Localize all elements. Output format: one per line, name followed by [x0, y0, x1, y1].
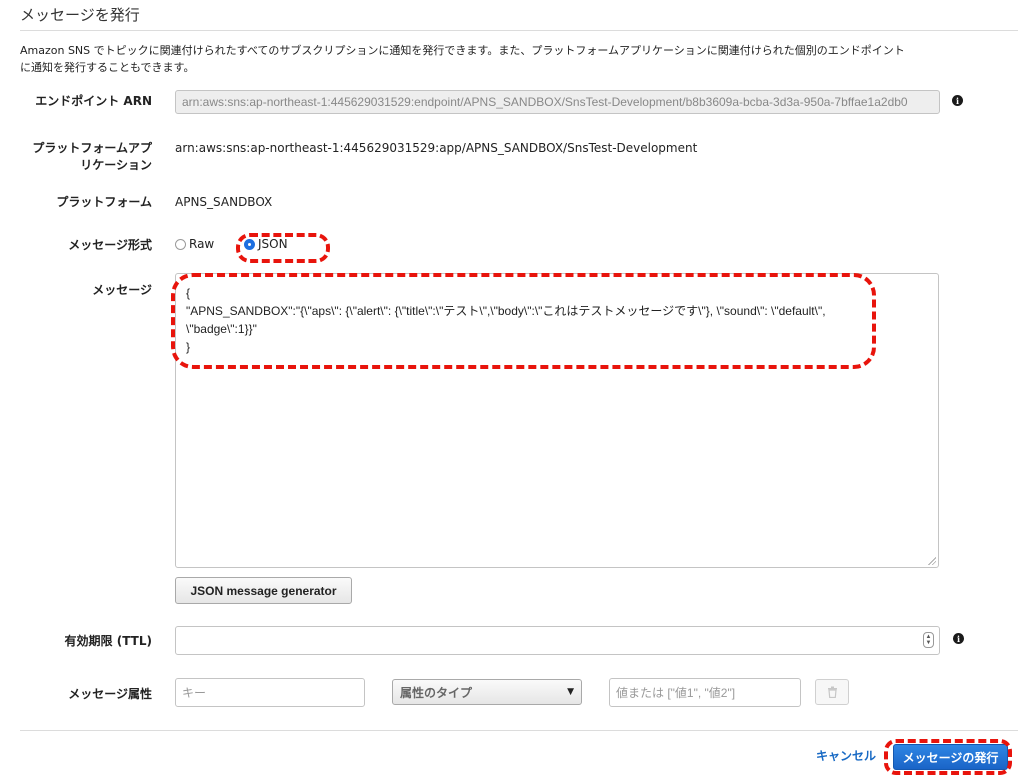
stepper-icon[interactable]: ▲ ▼ — [923, 632, 934, 648]
message-line: } — [186, 340, 191, 354]
attribute-key-input[interactable]: キー — [175, 678, 365, 707]
resize-grip-icon[interactable] — [928, 557, 936, 565]
platform-label: プラットフォーム — [56, 195, 152, 209]
delete-attribute-button[interactable] — [815, 679, 849, 705]
attribute-type-select[interactable]: 属性のタイプ ▼ — [392, 679, 582, 705]
message-label: メッセージ — [92, 283, 152, 297]
endpoint-arn-field[interactable]: arn:aws:sns:ap-northeast-1:445629031529:… — [175, 90, 940, 114]
title-divider — [20, 30, 1018, 31]
json-generator-button[interactable]: JSON message generator — [175, 577, 352, 604]
attribute-value-input[interactable]: 値または ["値1", "値2"] — [609, 678, 801, 707]
platform-app-label-line-1: プラットフォームアプ — [32, 141, 152, 155]
message-format-label: メッセージ形式 — [68, 238, 152, 252]
message-line: "APNS_SANDBOX":"{\"aps\": {\"alert\": {\… — [186, 304, 826, 318]
message-line: \"badge\":1}}" — [186, 322, 257, 336]
attributes-label: メッセージ属性 — [68, 687, 152, 701]
attribute-value-placeholder: 値または ["値1", "値2"] — [616, 686, 736, 700]
ttl-label: 有効期限 (TTL) — [64, 634, 152, 648]
page-description: Amazon SNS でトピックに関連付けられたすべてのサブスクリプションに通知… — [20, 42, 1010, 76]
radio-json-label: JSON — [258, 237, 288, 251]
message-textarea[interactable]: { "APNS_SANDBOX":"{\"aps\": {\"alert\": … — [175, 273, 939, 568]
attribute-type-label: 属性のタイプ — [400, 685, 473, 700]
info-icon[interactable]: i — [952, 95, 963, 106]
radio-json-circle[interactable] — [244, 238, 255, 250]
platform-app-label-line-2: リケーション — [80, 158, 152, 172]
footer-divider — [20, 730, 1018, 731]
description-line-2: に通知を発行することもできます。 — [20, 61, 195, 74]
radio-raw[interactable]: Raw — [175, 237, 214, 251]
platform-app-value: arn:aws:sns:ap-northeast-1:445629031529:… — [175, 141, 698, 155]
radio-json[interactable]: JSON — [244, 237, 288, 251]
caret-down-icon: ▼ — [567, 687, 574, 697]
info-icon[interactable]: i — [953, 633, 964, 644]
description-line-1: Amazon SNS でトピックに関連付けられたすべてのサブスクリプションに通知… — [20, 44, 905, 57]
cancel-link[interactable]: キャンセル — [816, 747, 876, 764]
radio-raw-label: Raw — [189, 237, 215, 251]
attribute-key-placeholder: キー — [182, 686, 207, 700]
page-title: メッセージを発行 — [20, 6, 140, 24]
platform-app-label: プラットフォームアプ リケーション — [32, 140, 152, 174]
endpoint-arn-label: エンドポイント ARN — [35, 94, 152, 108]
endpoint-arn-value: arn:aws:sns:ap-northeast-1:445629031529:… — [182, 95, 908, 109]
ttl-input[interactable]: ▲ ▼ — [175, 626, 940, 655]
trash-icon — [827, 686, 837, 698]
publish-message-button[interactable]: メッセージの発行 — [893, 744, 1008, 770]
radio-raw-circle[interactable] — [175, 238, 186, 250]
platform-value: APNS_SANDBOX — [175, 195, 273, 209]
message-line: { — [186, 286, 191, 300]
